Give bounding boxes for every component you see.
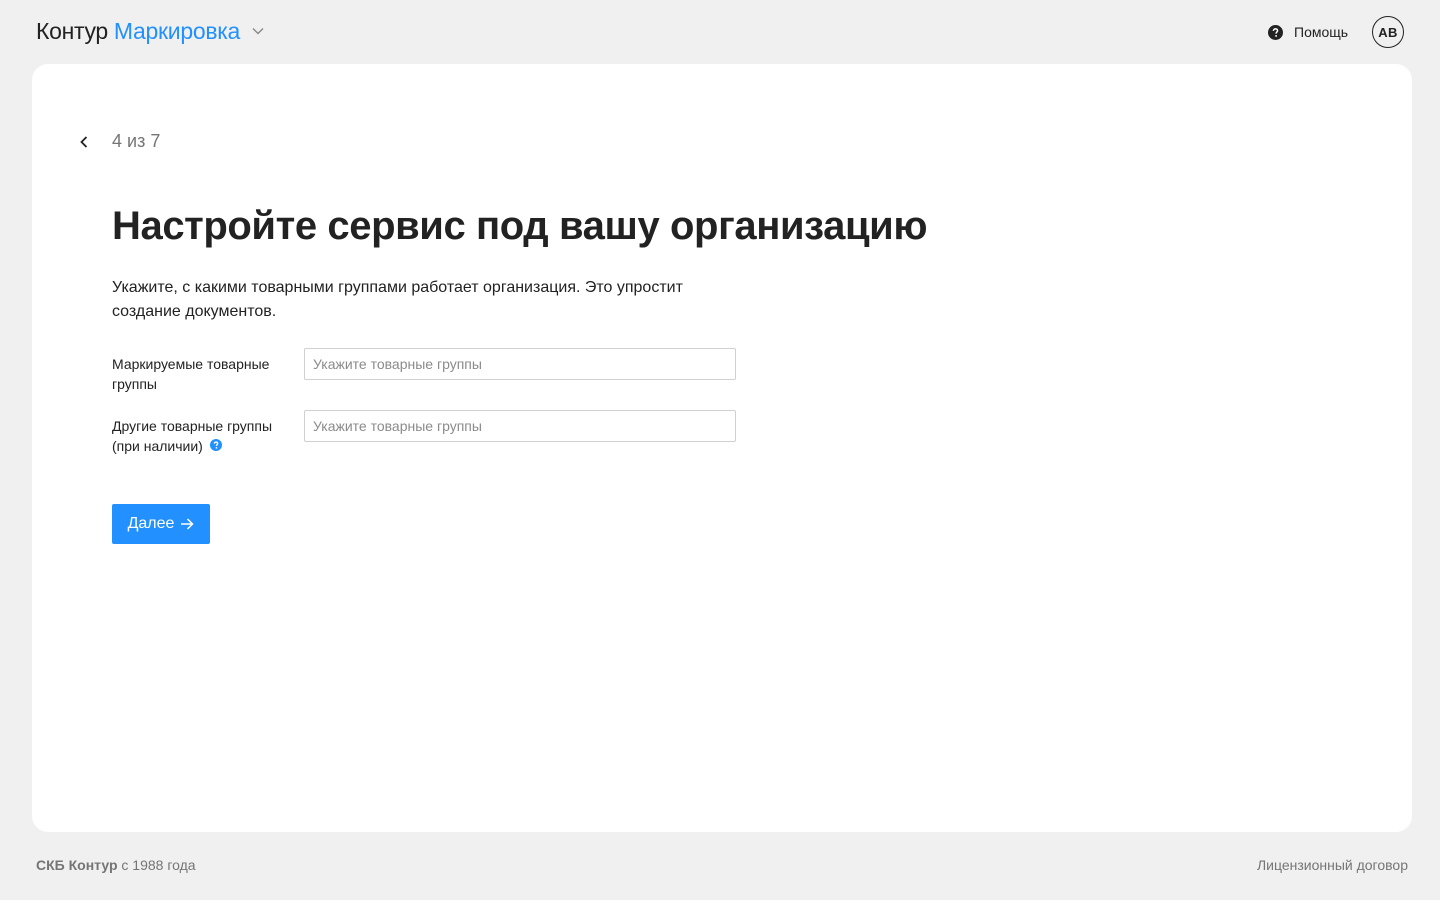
main-card: 4 из 7 Настройте сервис под вашу организ… (32, 64, 1412, 832)
other-groups-label: Другие товарные группы (при наличии) (112, 416, 282, 456)
product-name: Маркировка (113, 17, 240, 44)
next-button[interactable]: Далее (112, 504, 210, 544)
info-icon[interactable] (209, 436, 222, 456)
step-indicator: 4 из 7 (112, 131, 161, 151)
brand-name: Контур (36, 17, 108, 44)
footer-company: СКБ Контур (36, 857, 118, 873)
back-button[interactable] (72, 130, 96, 154)
page-description: Укажите, с какими товарными группами раб… (112, 279, 683, 320)
footer-since: с 1988 года (121, 857, 196, 873)
chevron-down-icon (252, 27, 264, 35)
next-button-label: Далее (127, 515, 175, 532)
arrow-right-icon (180, 518, 194, 530)
license-agreement-link[interactable]: Лицензионный договор (1257, 857, 1408, 873)
other-groups-input[interactable] (304, 410, 736, 442)
marked-groups-input[interactable] (304, 348, 736, 380)
chevron-left-icon (80, 136, 88, 148)
help-link[interactable]: Помощь (1268, 22, 1348, 42)
product-switcher[interactable]: Контур Маркировка (36, 16, 264, 46)
marked-groups-label: Маркируемые товарные группы (112, 356, 270, 392)
page-title: Настройте сервис под вашу организацию (112, 204, 928, 248)
footer-copyright: СКБ Контур с 1988 года (36, 857, 196, 873)
help-label: Помощь (1294, 24, 1349, 40)
other-groups-label-text: Другие товарные группы (при наличии) (112, 418, 273, 454)
question-circle-icon (1268, 24, 1283, 40)
top-header: Контур Маркировка Помощь АВ (0, 0, 1440, 64)
user-avatar[interactable]: АВ (1372, 16, 1404, 48)
